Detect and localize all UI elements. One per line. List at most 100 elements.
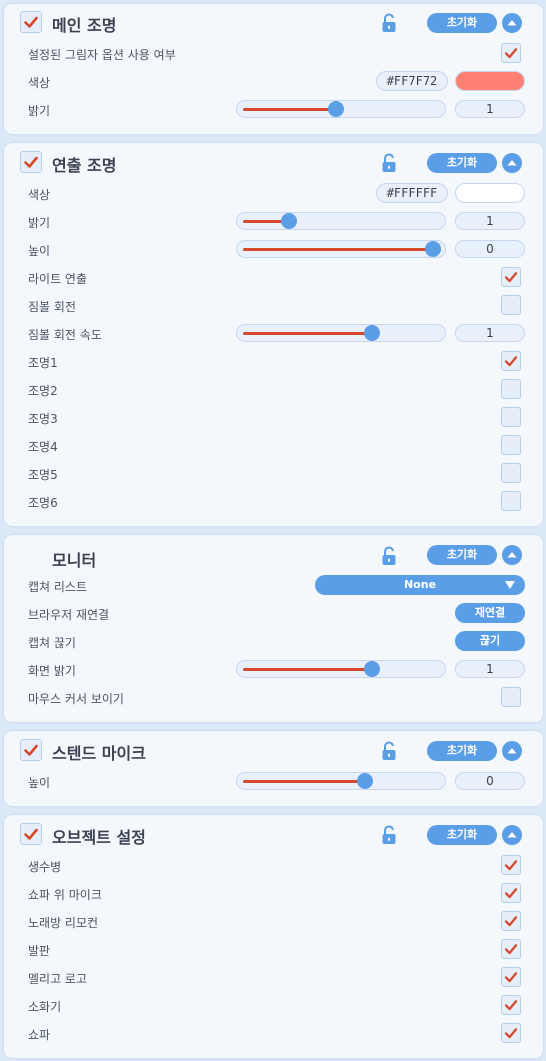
checkmark-icon (504, 944, 518, 955)
object-sofa-mic-label: 쇼파 위 마이크 (28, 888, 102, 902)
slider-fill (243, 668, 373, 671)
objects-enable-checkbox[interactable] (20, 823, 42, 845)
objects-reset-button[interactable]: 초기화 (427, 825, 497, 845)
light-effect-label: 라이트 연출 (28, 272, 88, 286)
object-footrest-label: 발판 (28, 944, 51, 958)
object-sofa-checkbox[interactable] (501, 1023, 521, 1043)
unlock-icon[interactable] (381, 546, 397, 566)
light-6-checkbox[interactable] (501, 491, 521, 511)
slider-thumb[interactable] (364, 325, 381, 341)
browser-reconnect-label: 브라우저 재연결 (28, 608, 110, 622)
unlock-icon[interactable] (381, 825, 397, 845)
unlock-icon[interactable] (381, 741, 397, 761)
light-3-checkbox[interactable] (501, 407, 521, 427)
slider-fill (243, 248, 433, 251)
stand-mic-title: 스텐드 마이크 (52, 744, 146, 763)
effect-brightness-value[interactable]: 1 (455, 212, 525, 230)
slider-fill (243, 108, 337, 111)
main-light-enable-checkbox[interactable] (20, 11, 42, 33)
effect-height-value[interactable]: 0 (455, 240, 525, 258)
reconnect-button[interactable]: 재연결 (455, 603, 525, 623)
monitor-reset-button[interactable]: 초기화 (427, 545, 497, 565)
unlock-icon[interactable] (381, 13, 397, 33)
object-sofa-mic-checkbox[interactable] (501, 883, 521, 903)
screen-brightness-value[interactable]: 1 (455, 660, 525, 678)
checkmark-icon (504, 356, 518, 367)
object-sofa-label: 쇼파 (28, 1028, 51, 1042)
capture-stop-button[interactable]: 끊기 (455, 631, 525, 651)
screen-brightness-label: 화면 밝기 (28, 664, 76, 678)
effect-color-hex-input[interactable]: #FFFFFF (376, 183, 448, 203)
light-1-checkbox[interactable] (501, 351, 521, 371)
capture-list-value: None (403, 578, 437, 591)
shadow-option-checkbox[interactable] (501, 43, 521, 63)
slider-thumb[interactable] (425, 241, 441, 257)
light-2-label: 조명2 (28, 384, 58, 398)
light-4-checkbox[interactable] (501, 435, 521, 455)
gimbal-rotate-label: 짐볼 회전 (28, 300, 76, 314)
shadow-option-label: 설정된 그림자 옵션 사용 여부 (28, 48, 176, 62)
main-brightness-value[interactable]: 1 (455, 100, 525, 118)
effect-color-swatch[interactable] (455, 183, 525, 203)
main-light-collapse-button[interactable] (502, 13, 522, 33)
slider-thumb[interactable] (280, 213, 297, 229)
stand-mic-enable-checkbox[interactable] (20, 739, 42, 761)
capture-list-dropdown[interactable]: None (315, 575, 525, 595)
stand-mic-collapse-button[interactable] (502, 741, 522, 761)
slider-thumb[interactable] (364, 661, 381, 677)
main-light-reset-button[interactable]: 초기화 (427, 13, 497, 33)
object-karaoke-remote-checkbox[interactable] (501, 911, 521, 931)
capture-stop-label: 캡쳐 끊기 (28, 636, 76, 650)
slider-thumb[interactable] (328, 101, 345, 117)
gimbal-speed-value[interactable]: 1 (455, 324, 525, 342)
checkmark-icon (504, 272, 518, 283)
effect-light-reset-button[interactable]: 초기화 (427, 153, 497, 173)
show-cursor-label: 마우스 커서 보이기 (28, 692, 124, 706)
unlock-icon[interactable] (381, 153, 397, 173)
show-cursor-checkbox[interactable] (501, 687, 521, 707)
main-brightness-label: 밝기 (28, 104, 51, 118)
main-brightness-slider[interactable] (236, 100, 446, 118)
monitor-collapse-button[interactable] (502, 545, 522, 565)
slider-fill (243, 332, 373, 335)
screen-brightness-slider[interactable] (236, 660, 446, 678)
object-logo-label: 멜리고 로고 (28, 972, 88, 986)
stand-mic-height-value[interactable]: 0 (455, 772, 525, 790)
effect-brightness-slider[interactable] (236, 212, 446, 230)
main-color-swatch[interactable] (455, 71, 525, 91)
stand-mic-height-slider[interactable] (236, 772, 446, 790)
effect-height-slider[interactable] (236, 240, 446, 258)
monitor-title: 모니터 (52, 551, 97, 570)
gimbal-speed-label: 짐볼 회전 속도 (28, 328, 102, 342)
checkmark-icon (504, 972, 518, 983)
effect-light-enable-checkbox[interactable] (20, 151, 42, 173)
main-light-panel: 메인 조명 초기화 설정된 그림자 옵션 사용 여부 색상 #FF7F72 밝기… (4, 4, 543, 134)
slider-thumb[interactable] (356, 773, 373, 789)
object-logo-checkbox[interactable] (501, 967, 521, 987)
object-karaoke-remote-label: 노래방 리모컨 (28, 916, 99, 930)
gimbal-speed-slider[interactable] (236, 324, 446, 342)
monitor-panel: 모니터 초기화 캡쳐 리스트 None 브라우저 재연결 재연결 캡쳐 끊기 끊… (4, 535, 543, 722)
main-color-hex-input[interactable]: #FF7F72 (376, 71, 448, 91)
checkmark-icon (24, 156, 38, 168)
checkmark-icon (504, 860, 518, 871)
checkmark-icon (504, 888, 518, 899)
object-footrest-checkbox[interactable] (501, 939, 521, 959)
object-water-bottle-checkbox[interactable] (501, 855, 521, 875)
objects-panel: 오브젝트 설정 초기화 생수병 쇼파 위 마이크 노래방 리모컨 발판 멜리고 … (4, 815, 543, 1058)
light-2-checkbox[interactable] (501, 379, 521, 399)
objects-collapse-button[interactable] (502, 825, 522, 845)
light-5-checkbox[interactable] (501, 463, 521, 483)
objects-title: 오브젝트 설정 (52, 828, 146, 847)
checkmark-icon (504, 1028, 518, 1039)
light-1-label: 조명1 (28, 356, 58, 370)
light-effect-checkbox[interactable] (501, 267, 521, 287)
stand-mic-reset-button[interactable]: 초기화 (427, 741, 497, 761)
caret-down-icon (505, 581, 515, 589)
effect-height-label: 높이 (28, 244, 51, 258)
light-4-label: 조명4 (28, 440, 58, 454)
light-3-label: 조명3 (28, 412, 58, 426)
effect-light-collapse-button[interactable] (502, 153, 522, 173)
gimbal-rotate-checkbox[interactable] (501, 295, 521, 315)
object-extinguisher-checkbox[interactable] (501, 995, 521, 1015)
